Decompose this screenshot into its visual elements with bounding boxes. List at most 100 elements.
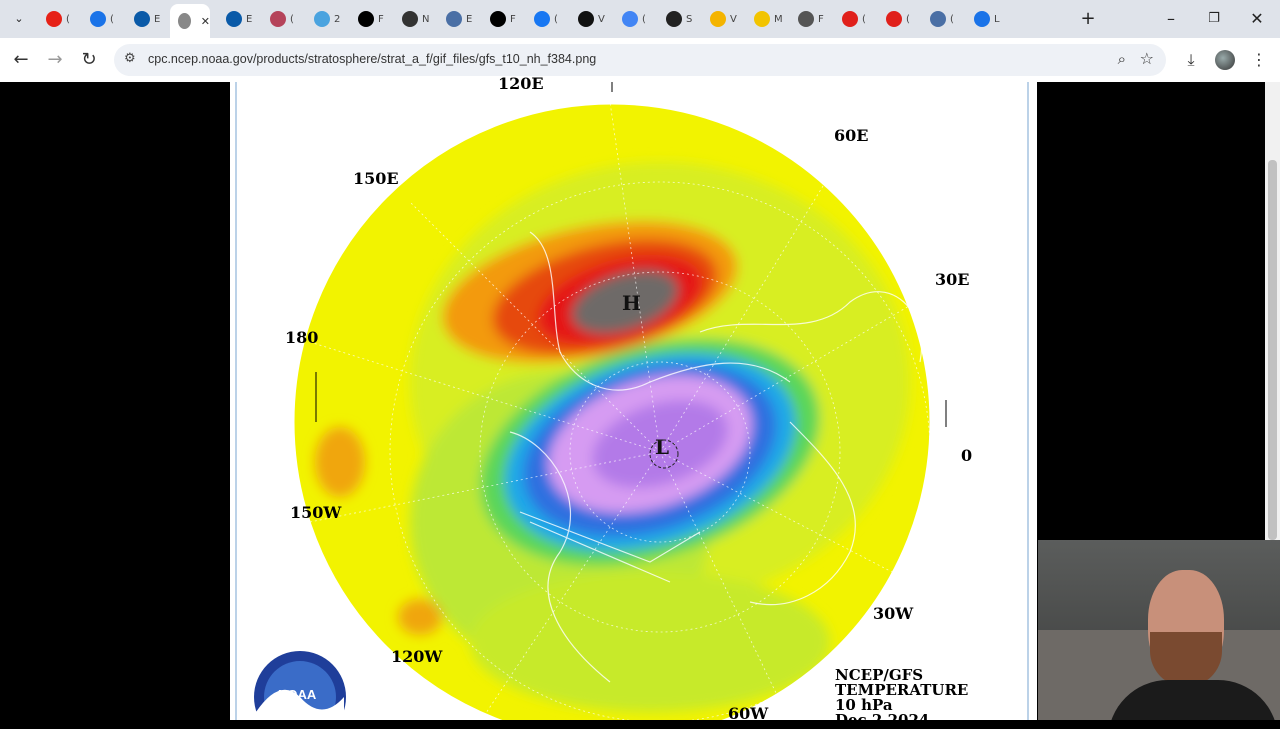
back-button[interactable]: ← bbox=[10, 49, 32, 71]
tab-title: ( bbox=[950, 13, 954, 25]
browser-tab[interactable]: ( bbox=[38, 5, 82, 33]
tab-title: 2 bbox=[334, 13, 341, 25]
browser-tab[interactable]: ( bbox=[614, 5, 658, 33]
restore-button[interactable]: ❐ bbox=[1203, 8, 1225, 30]
lon-label-180: 180 bbox=[285, 328, 319, 347]
lon-label-60w: 60W bbox=[728, 704, 769, 723]
tab-title: F bbox=[378, 13, 384, 25]
tab-title: ( bbox=[906, 13, 910, 25]
url-text[interactable]: cpc.ncep.noaa.gov/products/stratosphere/… bbox=[148, 52, 596, 66]
flag-icon bbox=[402, 11, 418, 27]
browser-tab[interactable]: M bbox=[746, 5, 790, 33]
lon-label-120e: 120E bbox=[498, 74, 544, 93]
browser-tab[interactable]: ( bbox=[878, 5, 922, 33]
download-icon[interactable]: ⤓ bbox=[1180, 49, 1202, 71]
browser-tab[interactable]: F bbox=[790, 5, 834, 33]
webcam-overlay bbox=[1038, 540, 1280, 720]
youtube-icon bbox=[46, 11, 62, 27]
planet-icon bbox=[314, 11, 330, 27]
x-icon bbox=[358, 11, 374, 27]
close-tab-icon[interactable]: ✕ bbox=[201, 15, 210, 28]
lon-label-60e: 60E bbox=[834, 126, 869, 145]
infinity-icon bbox=[134, 11, 150, 27]
cloud-icon bbox=[930, 11, 946, 27]
x-icon bbox=[490, 11, 506, 27]
tab-title: V bbox=[730, 13, 737, 25]
globe-weather-icon bbox=[974, 11, 990, 27]
tab-strip: ⌄ ( ( E ✕ E (2 F N E F ( V ( S V M F ( ( ( L + – ❐ ✕ bbox=[0, 0, 1280, 38]
browser-tab[interactable]: F bbox=[482, 5, 526, 33]
tab-title: F bbox=[818, 13, 824, 25]
tab-title: S bbox=[686, 13, 693, 25]
lon-label-0: 0 bbox=[961, 446, 973, 465]
noaa-logo-text: NOAA bbox=[278, 687, 317, 702]
lon-label-150e: 150E bbox=[353, 169, 399, 188]
reload-button[interactable]: ↻ bbox=[78, 49, 100, 71]
tab-title: N bbox=[422, 13, 430, 25]
menu-icon[interactable]: ⋮ bbox=[1248, 49, 1270, 71]
new-tab-button[interactable]: + bbox=[1077, 8, 1099, 30]
browser-tab[interactable]: ( bbox=[526, 5, 570, 33]
lon-label-30w: 30W bbox=[873, 604, 914, 623]
globe-icon bbox=[798, 11, 814, 27]
tab-title: V bbox=[598, 13, 605, 25]
minimize-button[interactable]: – bbox=[1160, 8, 1182, 30]
sun-cloud-icon bbox=[710, 11, 726, 27]
scrollbar-thumb[interactable] bbox=[1268, 160, 1277, 540]
tab-title: ( bbox=[66, 13, 70, 25]
caption-date: Dec 2 2024 bbox=[835, 711, 930, 729]
facebook-icon bbox=[534, 11, 550, 27]
browser-tab[interactable]: L bbox=[966, 5, 1010, 33]
browser-tab[interactable]: N bbox=[394, 5, 438, 33]
tab-title: E bbox=[246, 13, 253, 25]
tab-title: ( bbox=[642, 13, 646, 25]
tab-title: E bbox=[466, 13, 473, 25]
storm-icon bbox=[842, 11, 858, 27]
mc-icon bbox=[754, 11, 770, 27]
tab-title: F bbox=[510, 13, 516, 25]
storm-icon bbox=[886, 11, 902, 27]
wx-icon bbox=[578, 11, 594, 27]
browser-tab[interactable]: V bbox=[570, 5, 614, 33]
browser-tab[interactable]: E bbox=[218, 5, 262, 33]
lon-label-30e: 30E bbox=[935, 270, 970, 289]
shield-heart-icon bbox=[90, 11, 106, 27]
browser-tab[interactable]: V bbox=[702, 5, 746, 33]
bookmark-star-icon[interactable]: ☆ bbox=[1140, 49, 1154, 68]
noaa-logo: NOAA bbox=[254, 651, 346, 729]
cursor-icon bbox=[178, 13, 191, 29]
tab-search-button[interactable]: ⌄ bbox=[8, 8, 30, 30]
browser-tab[interactable]: ✕ bbox=[170, 4, 210, 38]
map-caption: NCEP/GFS TEMPERATURE 10 hPa Dec 2 2024 bbox=[835, 668, 968, 728]
browser-tab[interactable]: ( bbox=[82, 5, 126, 33]
browser-tab[interactable]: ( bbox=[922, 5, 966, 33]
vertical-scrollbar[interactable] bbox=[1265, 82, 1280, 542]
browser-tab[interactable]: F bbox=[350, 5, 394, 33]
close-window-button[interactable]: ✕ bbox=[1246, 8, 1268, 30]
weather-radar-icon bbox=[270, 11, 286, 27]
browser-tab[interactable]: E bbox=[126, 5, 170, 33]
browser-tab[interactable]: ( bbox=[834, 5, 878, 33]
browser-tab[interactable]: 2 bbox=[306, 5, 350, 33]
lon-label-150w: 150W bbox=[290, 503, 342, 522]
tab-title: L bbox=[994, 13, 1000, 25]
tab-title: ( bbox=[554, 13, 558, 25]
compass-icon bbox=[666, 11, 682, 27]
profile-avatar[interactable] bbox=[1215, 50, 1235, 70]
address-bar[interactable]: ⚙ cpc.ncep.noaa.gov/products/stratospher… bbox=[114, 44, 1166, 76]
google-icon bbox=[622, 11, 638, 27]
browser-tab[interactable]: ( bbox=[262, 5, 306, 33]
site-info-icon[interactable]: ⚙ bbox=[124, 51, 136, 66]
cloud-icon bbox=[446, 11, 462, 27]
zoom-icon[interactable]: ⌕ bbox=[1118, 50, 1126, 68]
browser-tab[interactable]: E bbox=[438, 5, 482, 33]
browser-tab[interactable]: S bbox=[658, 5, 702, 33]
forward-button[interactable]: → bbox=[44, 49, 66, 71]
toolbar: ← → ↻ ⚙ cpc.ncep.noaa.gov/products/strat… bbox=[0, 38, 1280, 83]
lon-label-120w: 120W bbox=[391, 647, 443, 666]
tab-title: E bbox=[154, 13, 161, 25]
stratosphere-temperature-map: H L NOAA 120E 60E 150E 30E 180 0 150W 30… bbox=[230, 74, 1037, 729]
tab-title: ( bbox=[290, 13, 294, 25]
tab-title: M bbox=[774, 13, 783, 25]
high-pressure-marker: H bbox=[622, 291, 641, 315]
